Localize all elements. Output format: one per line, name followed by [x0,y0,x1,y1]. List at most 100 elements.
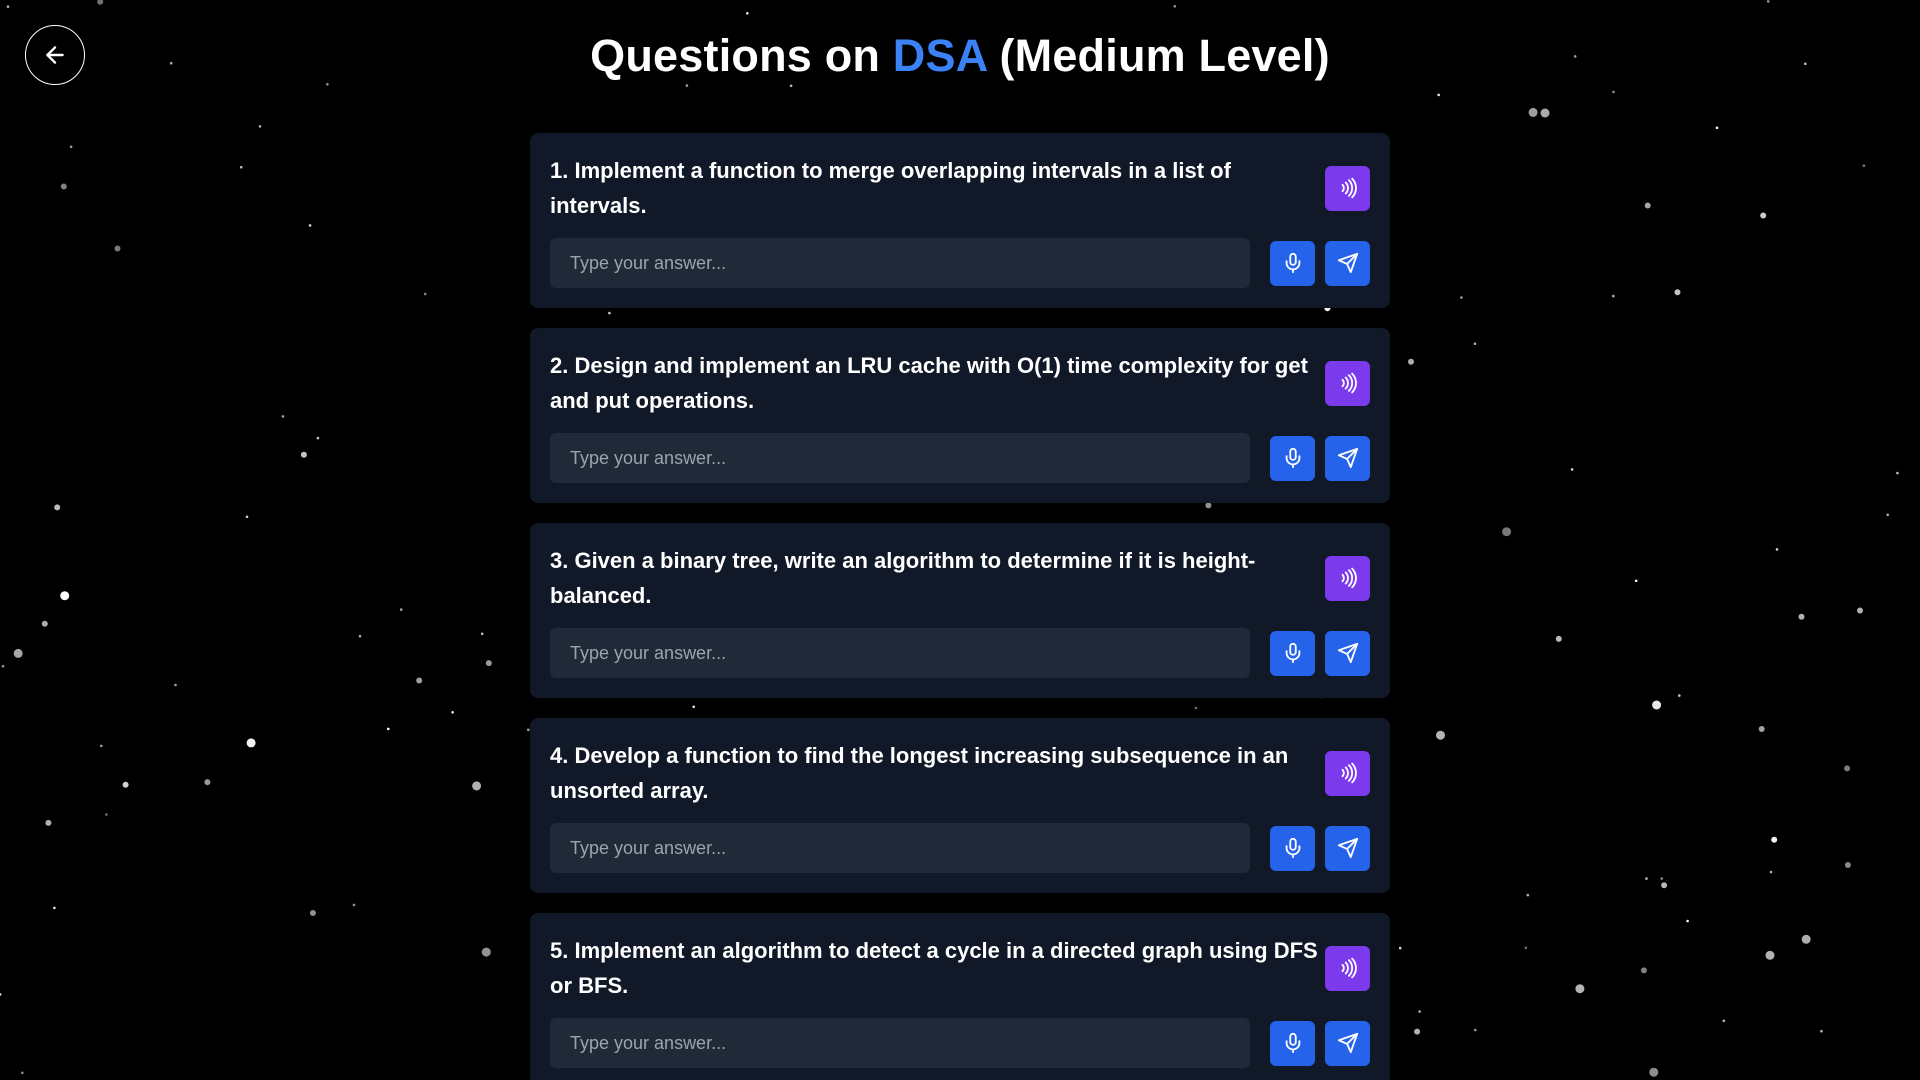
star-dot [1886,513,1889,517]
star-dot [1,664,5,668]
star-dot [300,451,307,458]
send-icon [1337,252,1358,274]
star-dot [1769,870,1773,874]
question-card: 1. Implement a function to merge overlap… [530,133,1390,308]
star-dot [174,683,177,687]
star-dot [60,183,67,190]
star-dot [1678,694,1681,697]
read-aloud-button[interactable] [1325,165,1370,211]
star-dot [1502,527,1512,537]
star-dot [258,125,262,128]
microphone-button[interactable] [1270,435,1315,481]
speaker-waves-icon [1341,372,1357,394]
star-dot [45,819,52,826]
star-dot [746,12,749,15]
send-icon [1337,837,1358,859]
send-button[interactable] [1325,240,1370,286]
star-dot [1173,5,1177,8]
star-dot [1661,882,1668,889]
microphone-icon [1285,1032,1300,1054]
page-title: Questions on DSA (Medium Level) [0,30,1920,82]
page-root: Questions on DSA (Medium Level) 1. Imple… [0,0,1920,1080]
star-dot [1722,1019,1726,1023]
microphone-button[interactable] [1270,630,1315,676]
question-card: 5. Implement an algorithm to detect a cy… [530,913,1390,1080]
star-dot [387,727,390,731]
star-dot [41,620,48,627]
question-text: 4. Develop a function to find the longes… [550,743,1289,803]
star-dot [53,906,56,910]
star-dot [1644,202,1651,209]
star-dot [1645,877,1648,880]
read-aloud-button[interactable] [1325,555,1370,601]
send-icon [1337,447,1358,469]
star-dot [451,711,454,714]
microphone-button[interactable] [1270,240,1315,286]
read-aloud-button[interactable] [1325,750,1370,796]
star-dot [1540,108,1550,118]
star-dot [326,83,329,86]
read-aloud-button[interactable] [1325,360,1370,406]
answer-input[interactable] [550,1018,1250,1068]
star-dot [54,504,61,511]
speaker-waves-icon [1341,957,1357,979]
star-dot [1612,294,1615,298]
answer-input[interactable] [550,823,1250,873]
answer-input[interactable] [550,433,1250,483]
star-dot [1612,90,1615,94]
microphone-button[interactable] [1270,1020,1315,1066]
star-dot [6,5,10,8]
microphone-icon [1285,837,1300,859]
question-card: 3. Given a binary tree, write an algorit… [530,523,1390,698]
star-dot [1896,471,1899,475]
star-dot [1766,0,1770,3]
star-dot [789,84,793,88]
star-dot [13,648,23,658]
question-text: 1. Implement a function to merge overlap… [550,158,1231,218]
star-dot [21,1071,24,1075]
star-dot [1437,93,1440,97]
read-aloud-button[interactable] [1325,945,1370,991]
star-dot [399,608,403,611]
page-title-suffix: (Medium Level) [986,30,1330,81]
star-dot [1660,877,1663,880]
star-dot [245,515,249,519]
star-dot [1555,635,1562,642]
answer-input[interactable] [550,628,1250,678]
answer-input[interactable] [550,238,1250,288]
star-dot [485,660,492,667]
speaker-waves-icon [1341,177,1357,199]
send-button[interactable] [1325,825,1370,871]
star-dot [1820,1029,1823,1033]
question-list: 1. Implement a function to merge overlap… [530,133,1390,1080]
star-dot [100,744,103,748]
star-dot [246,738,256,748]
send-button[interactable] [1325,630,1370,676]
send-icon [1337,1032,1358,1054]
star-dot [69,145,73,149]
star-dot [1460,296,1463,299]
star-dot [1528,107,1538,117]
question-card: 2. Design and implement an LRU cache wit… [530,328,1390,503]
microphone-button[interactable] [1270,825,1315,871]
star-dot [480,632,484,636]
question-text: 2. Design and implement an LRU cache wit… [550,353,1308,413]
star-dot [416,677,423,684]
star-dot [1570,468,1574,471]
send-button[interactable] [1325,1020,1370,1066]
microphone-icon [1285,252,1300,274]
question-text: 5. Implement an algorithm to detect a cy… [550,938,1318,998]
page-title-accent: DSA [892,30,987,81]
star-dot [316,436,320,440]
star-dot [1436,730,1445,740]
star-dot [1844,862,1851,868]
star-dot [281,415,285,418]
star-dot [1474,1028,1477,1032]
star-dot [1674,289,1681,296]
star-dot [97,0,104,5]
star-dot [1634,579,1638,583]
star-dot [423,292,427,296]
speaker-waves-icon [1341,567,1357,589]
star-dot [1408,358,1414,365]
send-button[interactable] [1325,435,1370,481]
